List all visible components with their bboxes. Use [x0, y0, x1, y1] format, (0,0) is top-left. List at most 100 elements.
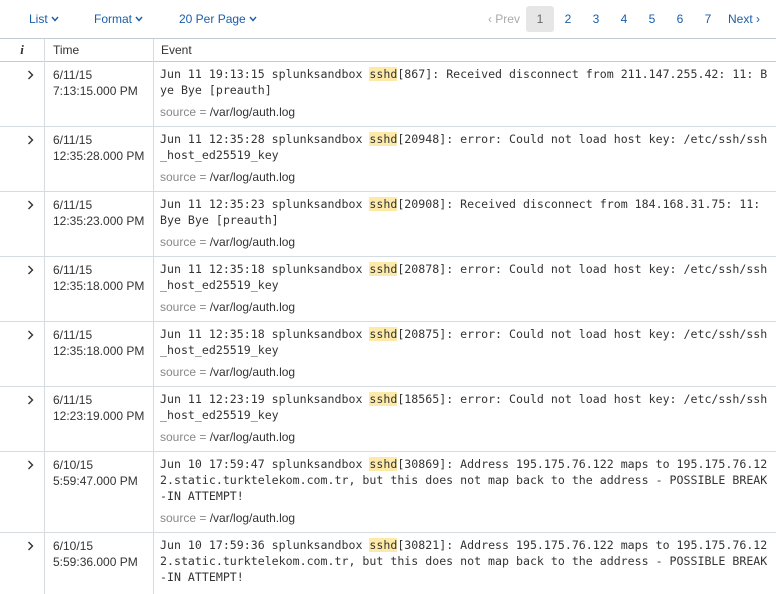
page-button-7[interactable]: 7: [694, 6, 722, 32]
source-field-key: source =: [160, 105, 207, 119]
event-raw-text: Jun 11 12:35:18 splunksandbox sshd[20878…: [160, 261, 772, 293]
event-text-prefix[interactable]: Jun 10 17:59:47 splunksandbox: [160, 457, 369, 471]
chevron-right-icon: [27, 134, 34, 148]
event-raw-text: Jun 11 12:35:23 splunksandbox sshd[20908…: [160, 196, 772, 228]
chevron-down-icon: [135, 11, 143, 25]
page-button-3[interactable]: 3: [582, 6, 610, 32]
table-row: 6/10/15 5:59:36.000 PM Jun 10 17:59:36 spl…: [0, 533, 776, 594]
event-raw-text: Jun 10 17:59:47 splunksandbox sshd[30869…: [160, 456, 772, 504]
page-button-2[interactable]: 2: [554, 6, 582, 32]
source-field-key: source =: [160, 235, 207, 249]
chevron-right-icon: [27, 459, 34, 473]
source-field-key: source =: [160, 430, 207, 444]
expand-row-toggle[interactable]: [0, 257, 45, 321]
event-date: 6/10/15: [53, 539, 94, 553]
event-cell: Jun 11 12:23:19 splunksandbox sshd[18565…: [154, 387, 776, 451]
event-text-prefix[interactable]: Jun 11 12:35:23 splunksandbox: [160, 197, 369, 211]
prev-page-button[interactable]: ‹ Prev: [482, 6, 526, 32]
info-column-header: i: [0, 39, 45, 62]
event-time: 12:35:23.000 PM: [53, 214, 145, 228]
event-text-prefix[interactable]: Jun 10 17:59:36 splunksandbox: [160, 538, 369, 552]
page-button-4[interactable]: 4: [610, 6, 638, 32]
expand-row-toggle[interactable]: [0, 127, 45, 191]
event-text-prefix[interactable]: Jun 11 12:35:18 splunksandbox: [160, 262, 369, 276]
format-dropdown[interactable]: Format: [94, 11, 143, 26]
table-row: 6/10/15 5:59:47.000 PM Jun 10 17:59:47 spl…: [0, 452, 776, 533]
highlighted-search-term[interactable]: sshd: [369, 262, 398, 276]
per-page-label: 20 Per Page: [179, 12, 246, 26]
time-column-header[interactable]: Time: [45, 39, 154, 62]
event-time-cell: 6/11/15 12:35:18.000 PM: [45, 257, 154, 321]
event-source-field: source = /var/log/auth.log: [160, 169, 772, 185]
expand-row-toggle[interactable]: [0, 322, 45, 386]
chevron-right-icon: [27, 69, 34, 83]
source-field-value[interactable]: /var/log/auth.log: [210, 300, 295, 314]
table-row: 6/11/15 12:35:18.000 PM Jun 11 12:35:18 sp…: [0, 322, 776, 387]
chevron-right-icon: [27, 540, 34, 554]
event-raw-text: Jun 11 12:35:18 splunksandbox sshd[20875…: [160, 326, 772, 358]
event-date: 6/11/15: [53, 263, 93, 277]
event-time-cell: 6/11/15 12:35:28.000 PM: [45, 127, 154, 191]
page-button-5[interactable]: 5: [638, 6, 666, 32]
list-view-dropdown[interactable]: List: [29, 11, 59, 26]
event-source-field: source = /var/log/auth.log: [160, 104, 772, 120]
event-time-cell: 6/10/15 5:59:36.000 PM: [45, 533, 154, 594]
event-cell: Jun 10 17:59:47 splunksandbox sshd[30869…: [154, 452, 776, 532]
highlighted-search-term[interactable]: sshd: [369, 538, 398, 552]
event-cell: Jun 11 12:35:18 splunksandbox sshd[20875…: [154, 322, 776, 386]
source-field-value[interactable]: /var/log/auth.log: [210, 365, 295, 379]
event-time: 12:35:18.000 PM: [53, 279, 145, 293]
event-date: 6/11/15: [53, 393, 93, 407]
highlighted-search-term[interactable]: sshd: [369, 327, 398, 341]
highlighted-search-term[interactable]: sshd: [369, 457, 398, 471]
event-date: 6/11/15: [53, 133, 93, 147]
event-time: 5:59:47.000 PM: [53, 474, 138, 488]
event-raw-text: Jun 11 12:35:28 splunksandbox sshd[20948…: [160, 131, 772, 163]
event-text-prefix[interactable]: Jun 11 12:35:18 splunksandbox: [160, 327, 369, 341]
highlighted-search-term[interactable]: sshd: [369, 197, 398, 211]
expand-row-toggle[interactable]: [0, 192, 45, 256]
event-time: 12:23:19.000 PM: [53, 409, 145, 423]
event-source-field: source = /var/log/auth.log: [160, 364, 772, 380]
event-cell: Jun 10 17:59:36 splunksandbox sshd[30821…: [154, 533, 776, 594]
chevron-right-icon: [27, 394, 34, 408]
highlighted-search-term[interactable]: sshd: [369, 67, 398, 81]
event-text-prefix[interactable]: Jun 11 12:23:19 splunksandbox: [160, 392, 369, 406]
highlighted-search-term[interactable]: sshd: [369, 132, 398, 146]
results-toolbar: List Format 20 Per Page ‹ Prev 1 2 3 4 5…: [0, 0, 776, 38]
source-field-value[interactable]: /var/log/auth.log: [210, 511, 295, 525]
expand-row-toggle[interactable]: [0, 533, 45, 594]
expand-row-toggle[interactable]: [0, 387, 45, 451]
source-field-value[interactable]: /var/log/auth.log: [210, 170, 295, 184]
page-button-1[interactable]: 1: [525, 6, 554, 32]
page-button-6[interactable]: 6: [666, 6, 694, 32]
expand-row-toggle[interactable]: [0, 452, 45, 532]
event-time: 12:35:28.000 PM: [53, 149, 145, 163]
per-page-dropdown[interactable]: 20 Per Page: [179, 11, 257, 26]
event-time-cell: 6/11/15 12:35:18.000 PM: [45, 322, 154, 386]
event-raw-text: Jun 10 17:59:36 splunksandbox sshd[30821…: [160, 537, 772, 585]
event-cell: Jun 11 12:35:18 splunksandbox sshd[20878…: [154, 257, 776, 321]
source-field-key: source =: [160, 170, 207, 184]
chevron-right-icon: [27, 199, 34, 213]
event-column-header: Event: [161, 43, 192, 57]
event-text-prefix[interactable]: Jun 11 12:35:28 splunksandbox: [160, 132, 369, 146]
source-field-value[interactable]: /var/log/auth.log: [210, 430, 295, 444]
event-date: 6/11/15: [53, 328, 93, 342]
format-label: Format: [94, 12, 133, 26]
events-table-body: 6/11/15 7:13:15.000 PM Jun 11 19:13:15 spl…: [0, 62, 776, 594]
event-source-field: source = /var/log/auth.log: [160, 234, 772, 250]
highlighted-search-term[interactable]: sshd: [369, 392, 398, 406]
source-field-value[interactable]: /var/log/auth.log: [210, 235, 295, 249]
next-page-button[interactable]: Next ›: [722, 6, 766, 32]
source-field-key: source =: [160, 300, 207, 314]
event-time-cell: 6/11/15 12:35:23.000 PM: [45, 192, 154, 256]
event-text-prefix[interactable]: Jun 11 19:13:15 splunksandbox: [160, 67, 369, 81]
event-source-field: source = /var/log/auth.log: [160, 510, 772, 526]
expand-row-toggle[interactable]: [0, 62, 45, 126]
table-header: i Time Event: [0, 38, 776, 62]
pagination: ‹ Prev 1 2 3 4 5 6 7 Next ›: [482, 6, 766, 32]
source-field-value[interactable]: /var/log/auth.log: [210, 105, 295, 119]
event-date: 6/11/15: [53, 198, 93, 212]
event-cell: Jun 11 12:35:28 splunksandbox sshd[20948…: [154, 127, 776, 191]
